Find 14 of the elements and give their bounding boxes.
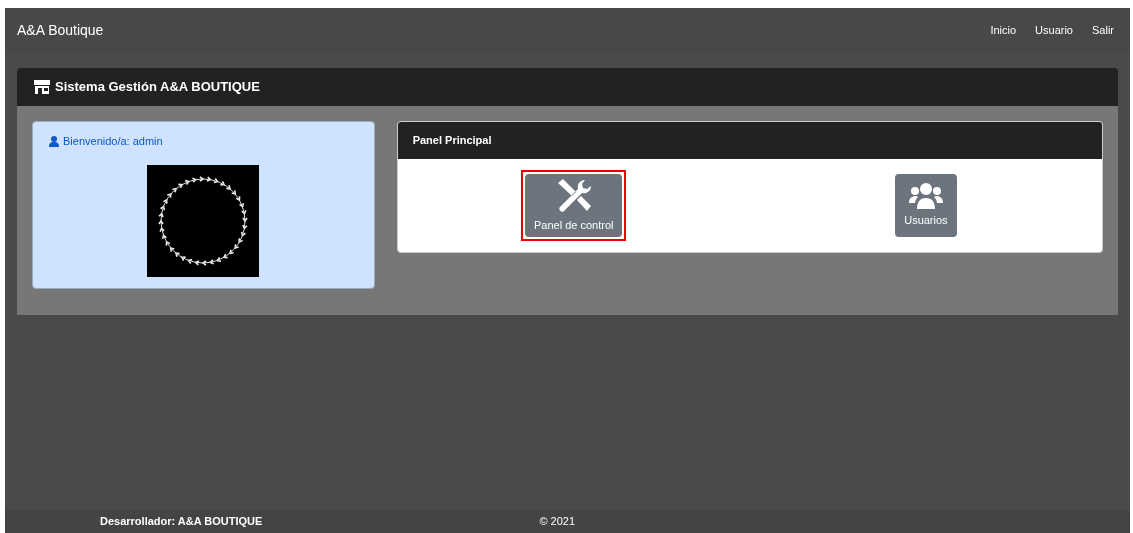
users-icon xyxy=(908,182,943,209)
panel-title: Panel Principal xyxy=(412,133,492,149)
user-icon xyxy=(49,135,59,147)
welcome-text: Bienvenido/a: admin xyxy=(63,134,163,149)
card-title: Sistema Gestión A&A BOUTIQUE xyxy=(55,78,260,97)
nav-link[interactable]: Salir xyxy=(1092,21,1114,39)
nav-link[interactable]: Usuario xyxy=(1035,21,1073,39)
brand-link[interactable]: A&A Boutique xyxy=(17,19,104,41)
menu-button[interactable]: Panel de control xyxy=(520,170,627,241)
nav-link[interactable]: Inicio xyxy=(990,21,1017,39)
copyright-text: © 2021 xyxy=(539,514,575,530)
developer-text: Desarrollador: A&A BOUTIQUE xyxy=(100,514,263,530)
menu-button[interactable]: Usuarios xyxy=(895,174,957,237)
shop-icon xyxy=(33,80,51,94)
